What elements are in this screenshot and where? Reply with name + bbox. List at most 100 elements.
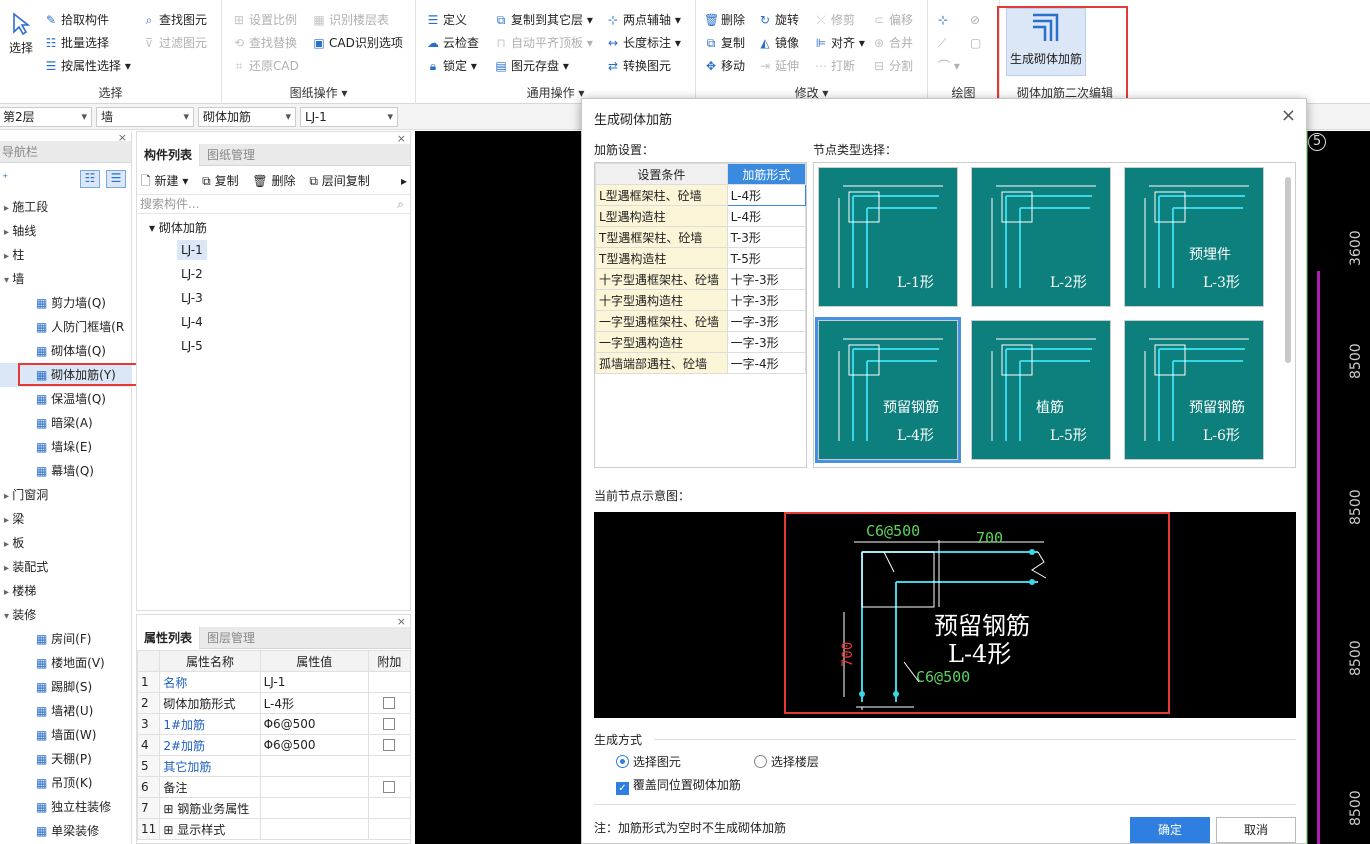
expand-arrow-icon[interactable]: ▸: [4, 587, 12, 598]
config-row[interactable]: 一字型遇框架柱、砼墙 一字-3形: [595, 310, 806, 332]
nav-item[interactable]: ▦ 踢脚(S): [0, 675, 132, 699]
property-row[interactable]: 7 ⊞ 钢筋业务属性: [136, 797, 412, 819]
extra-checkbox[interactable]: [383, 697, 396, 709]
component-item[interactable]: LJ-5: [177, 336, 207, 356]
filter-element-button[interactable]: ⊽ 过滤图元: [142, 33, 207, 53]
find-replace-button[interactable]: ⟲ 查找替换: [232, 33, 297, 53]
property-row[interactable]: 4 2#加筋 Φ6@500: [136, 734, 412, 756]
merge-button[interactable]: ⊕ 合并: [872, 33, 913, 53]
node-option[interactable]: 预留钢筋 L-6形: [1124, 320, 1264, 460]
node-option[interactable]: 预埋件 L-3形: [1124, 167, 1264, 307]
define-button[interactable]: ☰ 定义: [426, 10, 467, 30]
nav-item[interactable]: ▦ 楼地面(V): [0, 651, 132, 675]
node-option[interactable]: L-1形: [818, 167, 958, 307]
radio-select-floor[interactable]: 选择楼层: [754, 753, 819, 770]
nav-item[interactable]: ▦ 墙垛(E): [0, 435, 132, 459]
expand-arrow-icon[interactable]: ▾: [4, 275, 12, 286]
config-row[interactable]: 一字型遇构造柱 一字-3形: [595, 331, 806, 353]
comp-close-icon[interactable]: ×: [397, 132, 406, 145]
property-row[interactable]: 11 ⊞ 显示样式: [136, 818, 412, 840]
cad-options-button[interactable]: ▣ CAD识别选项: [312, 33, 403, 53]
overwrite-checkbox[interactable]: ✓ 覆盖同位置砌体加筋: [616, 776, 741, 795]
lock-button[interactable]: 🔒︎ 锁定 ▾: [426, 56, 477, 76]
mirror-button[interactable]: ◭ 镜像: [758, 33, 799, 53]
component-item[interactable]: LJ-3: [177, 288, 207, 308]
offset-button[interactable]: ⊂ 偏移: [872, 10, 913, 30]
node-scrollbar[interactable]: [1285, 177, 1291, 363]
nav-item[interactable]: ▦ 幕墙(Q): [0, 459, 132, 483]
expand-arrow-icon[interactable]: ▸: [4, 227, 12, 238]
nav-item[interactable]: ▾ 装修: [0, 603, 132, 627]
nav-add-icon[interactable]: ⁺: [2, 171, 8, 185]
nav-item[interactable]: ▦ 保温墙(Q): [0, 387, 132, 411]
tab-component-list[interactable]: 构件列表: [137, 144, 201, 166]
node-option[interactable]: 植筋 L-5形: [971, 320, 1111, 460]
ok-button[interactable]: 确定: [1130, 817, 1210, 843]
property-row[interactable]: 2 砌体加筋形式 L-4形: [136, 692, 412, 714]
extra-checkbox[interactable]: [383, 781, 396, 793]
nav-item[interactable]: ▸ 楼梯: [0, 579, 132, 603]
detail-view-icon[interactable]: ☰: [106, 170, 126, 188]
property-row[interactable]: 1 名称 LJ-1: [136, 671, 412, 693]
node-option[interactable]: 预留钢筋 L-4形: [815, 317, 961, 463]
props-close-icon[interactable]: ×: [397, 615, 406, 628]
rect-draw-button[interactable]: ▢: [970, 33, 981, 53]
drawing-ops-label[interactable]: 图纸操作 ▾: [222, 84, 415, 101]
node-option[interactable]: L-2形: [971, 167, 1111, 307]
rotate-point-button[interactable]: ⊘: [970, 10, 980, 30]
nav-item[interactable]: ▦ 砌体墙(Q): [0, 339, 132, 363]
dialog-close-icon[interactable]: ×: [1281, 105, 1296, 126]
expand-arrow-icon[interactable]: ▸: [4, 539, 12, 550]
trim-button[interactable]: ⤫ 修剪: [814, 10, 855, 30]
category-select[interactable]: 墙: [96, 107, 194, 127]
expand-arrow-icon[interactable]: ▸: [4, 563, 12, 574]
comp-search-input[interactable]: 搜索构件... ⌕: [137, 194, 410, 214]
more-icon[interactable]: ▸: [401, 170, 407, 192]
floor-select[interactable]: 第2层: [0, 107, 92, 127]
list-view-icon[interactable]: ☷: [80, 170, 100, 188]
pick-component-button[interactable]: ✎ 拾取构件: [44, 10, 109, 30]
delete-button[interactable]: 🗑︎ 删除: [704, 10, 745, 30]
extend-button[interactable]: ⇥ 延伸: [758, 56, 799, 76]
nav-item[interactable]: ▦ 吊顶(K): [0, 771, 132, 795]
identify-floor-table-button[interactable]: ▦ 识别楼层表: [312, 10, 389, 30]
property-row[interactable]: 3 1#加筋 Φ6@500: [136, 713, 412, 735]
tab-layer-manage[interactable]: 图层管理: [200, 627, 262, 649]
cancel-button[interactable]: 取消: [1216, 817, 1296, 843]
cloud-check-button[interactable]: ☁ 云检查: [426, 33, 479, 53]
tab-drawing-manage[interactable]: 图纸管理: [200, 144, 262, 166]
config-row[interactable]: 孤墙端部遇柱、砼墙 一字-4形: [595, 352, 806, 374]
expand-arrow-icon[interactable]: ▸: [4, 251, 12, 262]
find-element-button[interactable]: ⌕ 查找图元: [142, 10, 207, 30]
nav-item[interactable]: ▸ 轴线: [0, 219, 132, 243]
config-row[interactable]: 十字型遇构造柱 十字-3形: [595, 289, 806, 311]
expand-arrow-icon[interactable]: ▸: [4, 203, 12, 214]
save-element-button[interactable]: ▤ 图元存盘 ▾: [494, 56, 569, 76]
tab-property-list[interactable]: 属性列表: [137, 627, 201, 649]
nav-item[interactable]: ▦ 墙面(W): [0, 723, 132, 747]
expand-arrow-icon[interactable]: ▸: [4, 515, 12, 526]
nav-item[interactable]: ▸ 柱: [0, 243, 132, 267]
component-item[interactable]: LJ-1: [177, 240, 207, 260]
expand-arrow-icon[interactable]: ▾: [4, 611, 12, 622]
config-row[interactable]: T型遇框架柱、砼墙 T-3形: [595, 226, 806, 248]
nav-item[interactable]: ▦ 剪力墙(Q): [0, 291, 132, 315]
nav-item[interactable]: ▦ 墙裙(U): [0, 699, 132, 723]
nav-item[interactable]: ▦ 暗梁(A): [0, 411, 132, 435]
select-big-button[interactable]: 选择: [4, 12, 38, 56]
expand-plus-icon[interactable]: ⊞: [163, 823, 177, 837]
break-button[interactable]: ⋯ 打断: [814, 56, 855, 76]
nav-item[interactable]: ▸ 梁: [0, 507, 132, 531]
expand-plus-icon[interactable]: ⊞: [163, 802, 177, 816]
property-row[interactable]: 6 备注: [136, 776, 412, 798]
batch-select-button[interactable]: ☷ 批量选择: [44, 33, 109, 53]
expand-arrow-icon[interactable]: ▸: [4, 491, 12, 502]
split-button[interactable]: ⊟ 分割: [872, 56, 913, 76]
copy-comp-button[interactable]: ⧉ 复制: [202, 174, 238, 188]
nav-item[interactable]: ▸ 门窗洞: [0, 483, 132, 507]
rotate-button[interactable]: ↻ 旋转: [758, 10, 799, 30]
nav-item[interactable]: ▦ 房间(F): [0, 627, 132, 651]
nav-item[interactable]: ▦ 人防门框墙(R: [0, 315, 132, 339]
config-row[interactable]: 十字型遇框架柱、砼墙 十字-3形: [595, 268, 806, 290]
nav-item[interactable]: ▸ 施工段: [0, 195, 132, 219]
